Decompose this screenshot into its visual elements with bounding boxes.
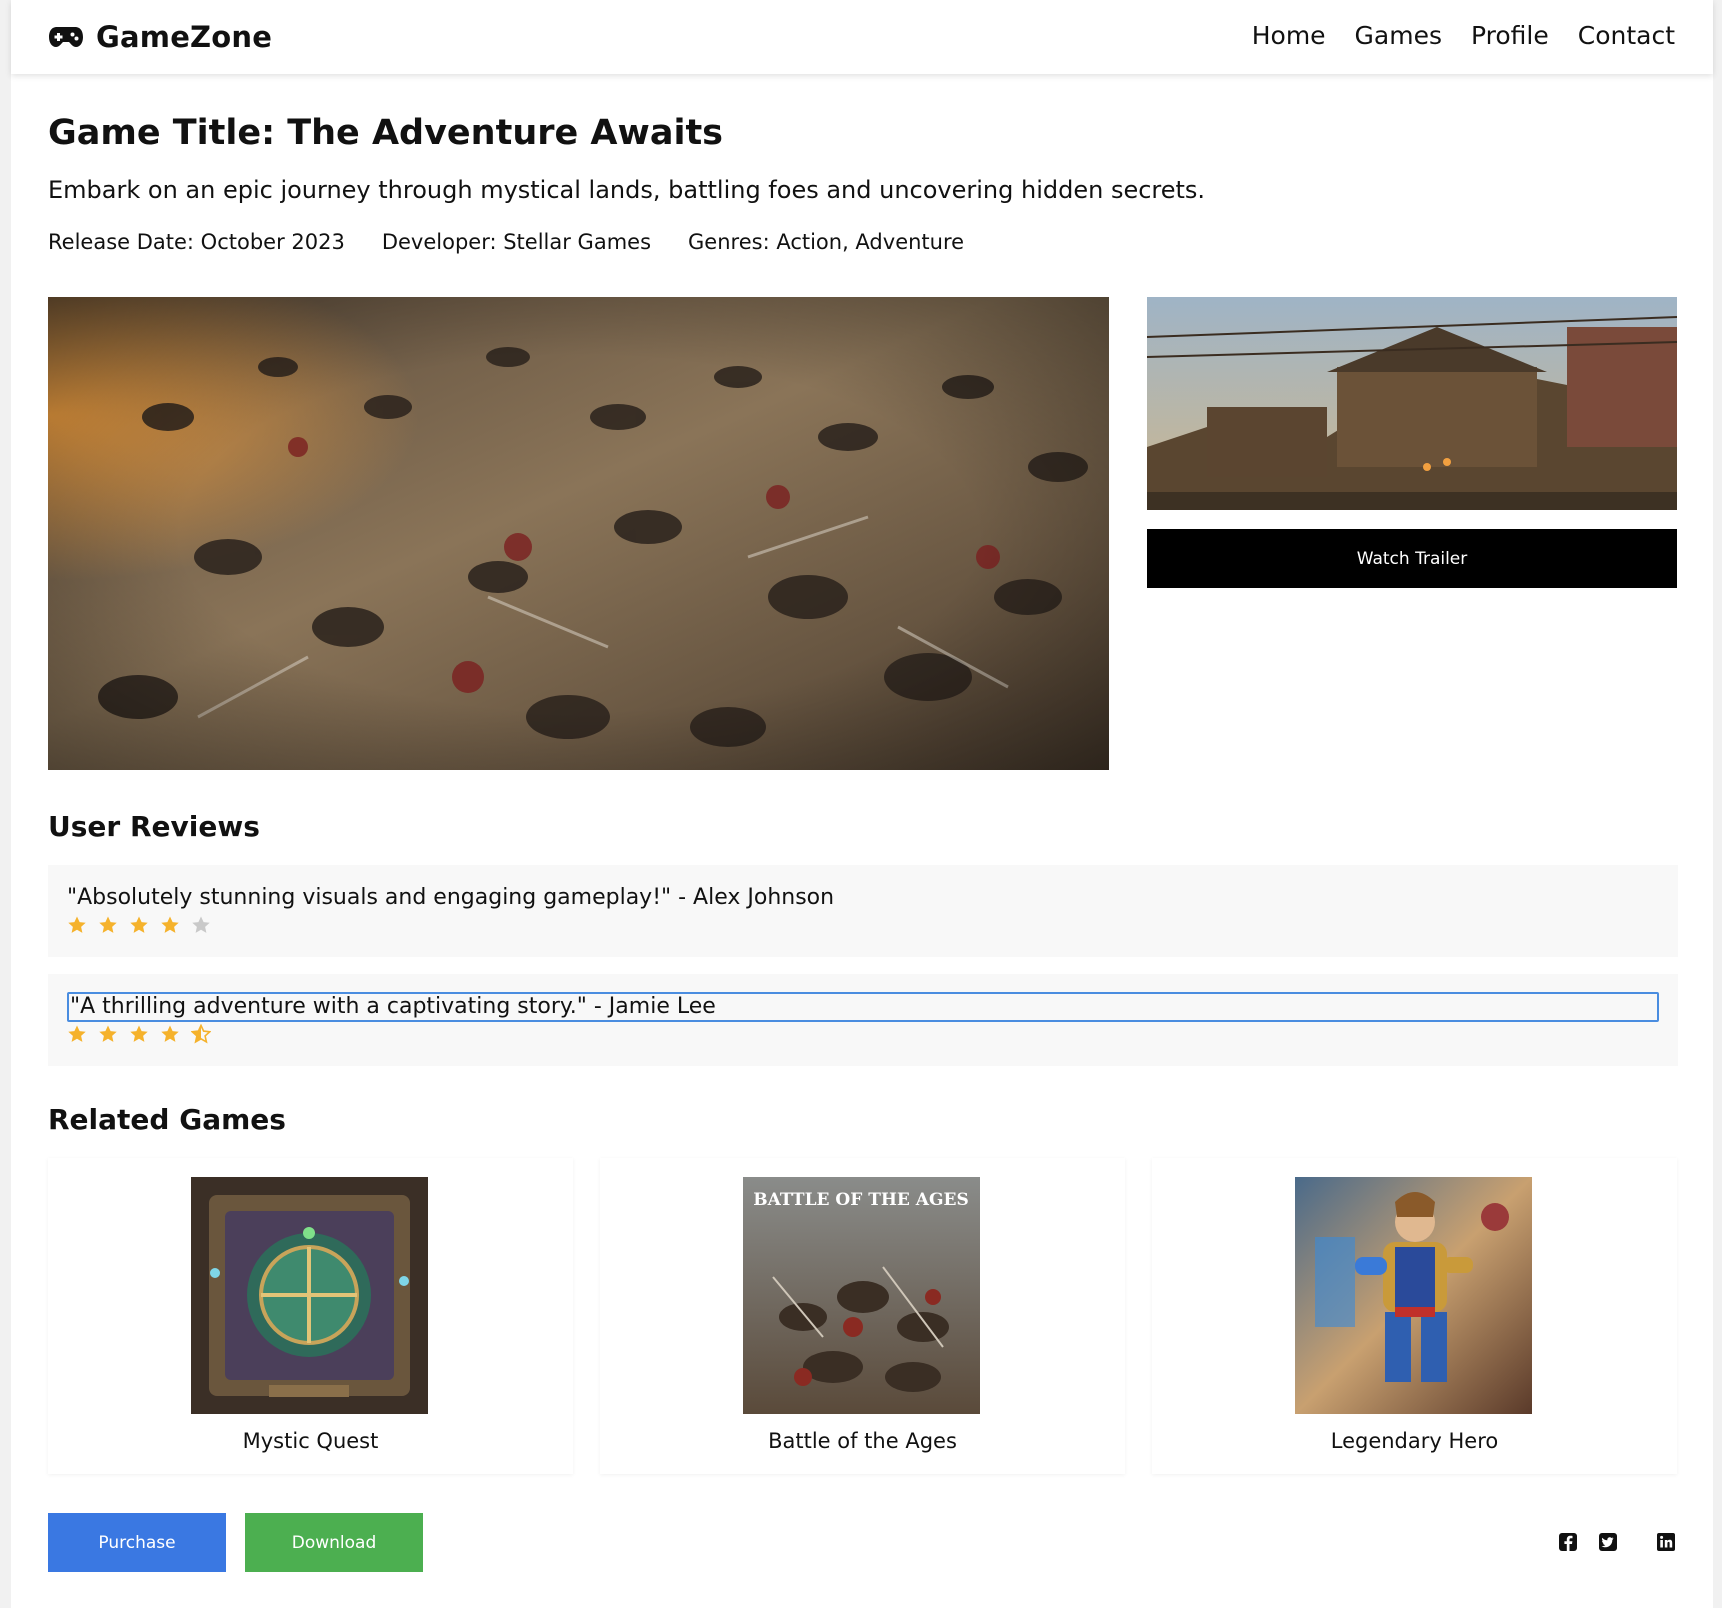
nav-links: Home Games Profile Contact [1252,19,1675,53]
download-button[interactable]: Download [245,1513,423,1572]
facebook-icon[interactable] [1558,1532,1578,1552]
related-game-name: Legendary Hero [1330,1429,1499,1453]
review-card: "Absolutely stunning visuals and engagin… [48,865,1678,957]
developer: Developer: Stellar Games [381,230,652,254]
game-cover-battle-of-the-ages: BATTLE OF THE AGES [743,1177,980,1414]
star-icon-full [68,916,86,933]
nav-link-contact[interactable]: Contact [1578,19,1675,53]
review-text: "Absolutely stunning visuals and engagin… [67,885,835,910]
brand-name: GameZone [96,20,273,54]
game-meta: Release Date: October 2023 Developer: St… [48,227,964,257]
genres: Genres: Action, Adventure [688,230,965,254]
star-rating [67,1022,1659,1046]
star-icon-full [68,1025,86,1042]
brand-logo[interactable]: GameZone [48,17,272,57]
related-game-card[interactable]: BATTLE OF THE AGES Battle of the Ages [600,1158,1125,1474]
review-text: "A thrilling adventure with a captivatin… [67,992,1659,1022]
nav-link-games[interactable]: Games [1355,19,1442,53]
watch-trailer-button[interactable]: Watch Trailer [1147,529,1677,588]
related-games-grid: Mystic Quest BATTLE OF THE AGES Battle o… [48,1158,1678,1474]
review-card: "A thrilling adventure with a captivatin… [48,974,1678,1066]
nav-link-profile[interactable]: Profile [1471,19,1549,53]
star-icon-half [191,1024,211,1044]
star-icon-full [99,916,117,933]
gamepad-icon [48,17,84,57]
purchase-button[interactable]: Purchase [48,1513,226,1572]
star-icon-full [99,1025,117,1042]
hero-image [48,297,1109,770]
game-description: Embark on an epic journey through mystic… [48,176,1206,204]
linkedin-icon[interactable] [1656,1532,1676,1552]
reviews-heading: User Reviews [48,810,260,843]
star-icon-full [161,916,179,933]
related-game-name: Mystic Quest [242,1429,379,1453]
twitter-icon[interactable] [1598,1532,1618,1552]
top-navbar: GameZone Home Games Profile Contact [11,0,1713,74]
star-icon-full [130,1025,148,1042]
star-icon-full [130,916,148,933]
game-cover-mystic-quest [191,1177,428,1414]
release-date: Release Date: October 2023 [48,230,345,254]
star-rating [67,913,1659,937]
star-icon-empty [192,916,210,933]
page-title: Game Title: The Adventure Awaits [48,113,724,153]
related-game-name: Battle of the Ages [768,1429,957,1453]
related-game-card[interactable]: Mystic Quest [48,1158,573,1474]
nav-link-home[interactable]: Home [1252,19,1326,53]
game-cover-legendary-hero [1295,1177,1532,1414]
star-icon-full [161,1025,179,1042]
screenshot-thumbnail[interactable] [1147,297,1677,510]
game-detail-page: GameZone Home Games Profile Contact Game… [11,0,1713,1608]
related-heading: Related Games [48,1103,286,1136]
related-game-card[interactable]: Legendary Hero [1152,1158,1677,1474]
cover-title-text: BATTLE OF THE AGES [753,1190,968,1210]
